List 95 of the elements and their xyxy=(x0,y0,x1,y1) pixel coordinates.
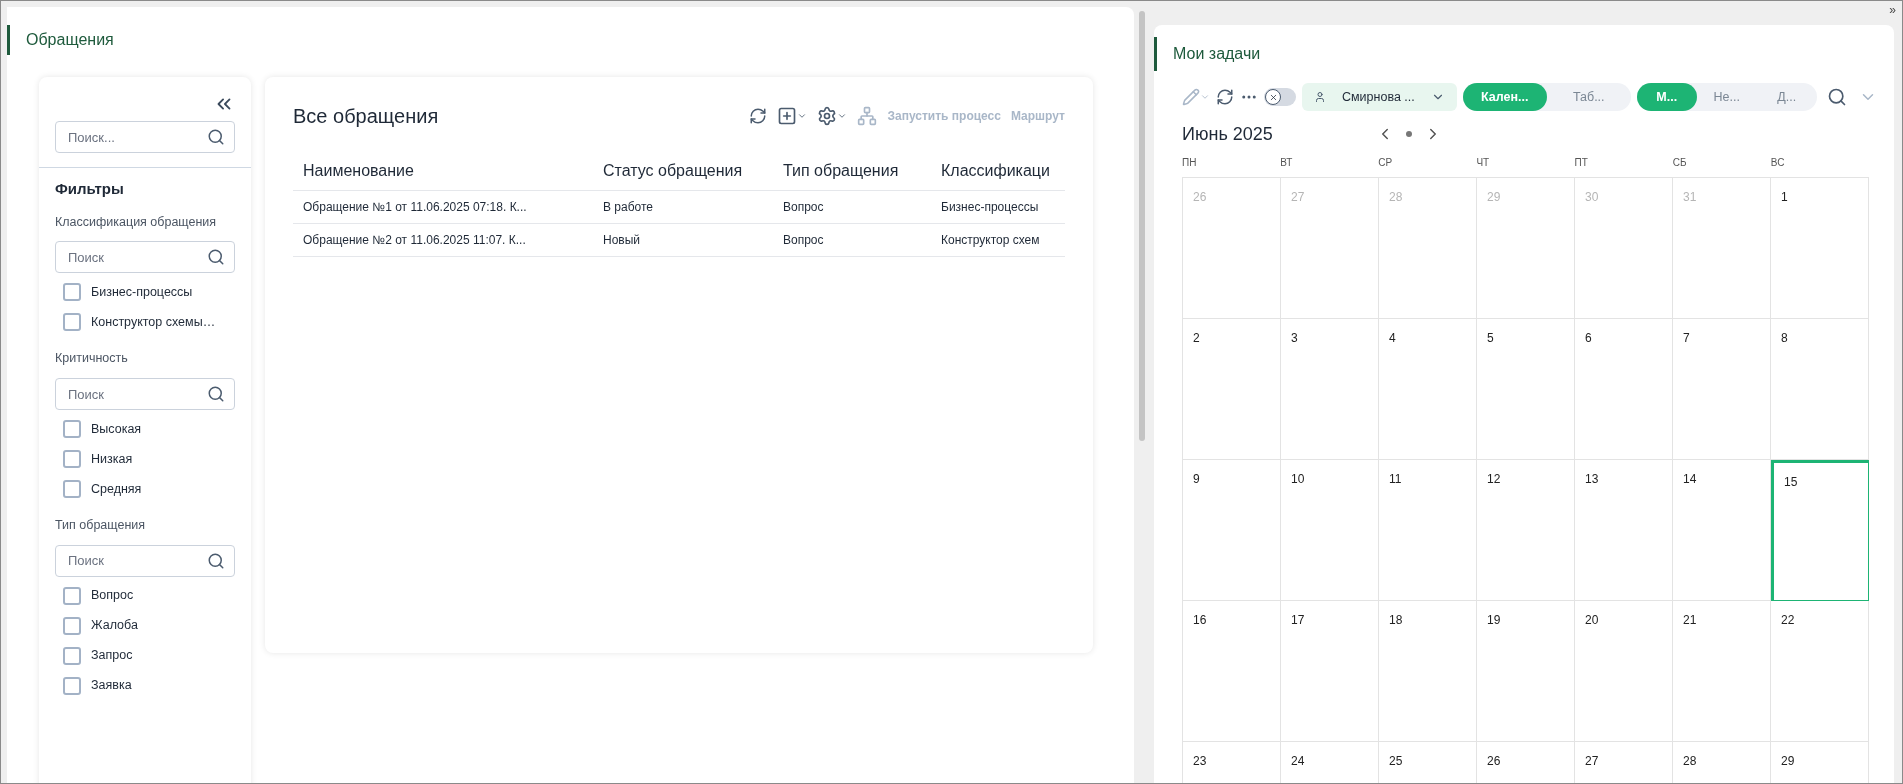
day-cell[interactable]: 20 xyxy=(1575,601,1673,742)
filter-option: Средняя xyxy=(91,479,142,499)
day-cell[interactable]: 22 xyxy=(1771,601,1869,742)
checkbox[interactable] xyxy=(63,450,81,468)
day-cell[interactable]: 17 xyxy=(1281,601,1379,742)
day-cell[interactable]: 12 xyxy=(1477,460,1575,601)
column-header: Классификаци xyxy=(940,160,1051,181)
checkbox[interactable] xyxy=(63,313,81,332)
search-icon xyxy=(207,248,225,267)
panel-title: Мои задачи xyxy=(1173,44,1261,64)
filter-group-title: Критичность xyxy=(55,350,129,368)
day-cell[interactable]: 4 xyxy=(1379,319,1477,460)
table-cell-text: Бизнес-процессы xyxy=(940,199,1040,216)
day-cell[interactable]: 13 xyxy=(1575,460,1673,601)
checkbox[interactable] xyxy=(63,420,81,438)
checkbox[interactable] xyxy=(63,283,81,302)
day-cell[interactable]: 29 xyxy=(1771,742,1869,783)
day-cell[interactable]: 18 xyxy=(1379,601,1477,742)
day-cell[interactable]: 14 xyxy=(1673,460,1771,601)
day-cell[interactable]: 15 xyxy=(1771,460,1869,601)
weekday-label: ПН xyxy=(1182,156,1198,170)
pencil-icon[interactable] xyxy=(1182,88,1210,106)
day-cell[interactable]: 11 xyxy=(1379,460,1477,601)
refresh-icon[interactable] xyxy=(749,107,768,125)
column-header: Статус обращения xyxy=(602,160,744,181)
checkbox[interactable] xyxy=(63,676,81,695)
day-cell[interactable]: 27 xyxy=(1575,742,1673,783)
day-cell[interactable]: 28 xyxy=(1673,742,1771,783)
user-select[interactable]: Смирнова ... xyxy=(1302,83,1457,111)
search-field[interactable]: Поиск xyxy=(55,241,235,274)
weekday-label: ВТ xyxy=(1280,156,1294,170)
column-header: Тип обращения xyxy=(782,160,900,181)
table-cell-text: Вопрос xyxy=(782,199,825,216)
day-cell[interactable]: 3 xyxy=(1281,319,1379,460)
filter-option: Низкая xyxy=(91,449,133,469)
panel-title: Обращения xyxy=(26,30,114,50)
filters-heading: Фильтры xyxy=(55,179,125,199)
search-icon xyxy=(207,551,225,570)
close-icon xyxy=(1268,92,1278,102)
search-field[interactable]: Поиск... xyxy=(55,121,235,153)
expand-glyph[interactable]: » xyxy=(1889,1,1896,25)
table-cell-text: Новый xyxy=(602,232,642,249)
day-cell[interactable]: 2 xyxy=(1183,319,1281,460)
column-header: Наименование xyxy=(302,160,415,181)
filter-group-title: Классификация обращения xyxy=(55,213,218,231)
search-icon xyxy=(207,128,225,146)
day-cell[interactable]: 21 xyxy=(1673,601,1771,742)
day-cell[interactable]: 8 xyxy=(1771,319,1869,460)
checkbox[interactable] xyxy=(63,586,81,605)
checkbox[interactable] xyxy=(63,616,81,635)
search-icon xyxy=(207,385,225,403)
filter-option: Жалоба xyxy=(91,616,138,636)
table-title: Все обращения xyxy=(293,104,440,129)
weekday-label: ВС xyxy=(1770,156,1786,170)
day-cell[interactable]: 1 xyxy=(1771,178,1869,319)
day-cell[interactable]: 26 xyxy=(1477,742,1575,783)
search-field[interactable]: Поиск xyxy=(55,544,235,577)
add-icon[interactable] xyxy=(777,106,808,126)
table-cell-text: Обращение №2 от 11.06.2025 11:07. К... xyxy=(302,232,527,249)
day-cell[interactable]: 23 xyxy=(1183,742,1281,783)
day-cell[interactable]: 6 xyxy=(1575,319,1673,460)
diagram-icon[interactable] xyxy=(857,106,878,126)
scrollbar-thumb[interactable] xyxy=(1139,11,1145,441)
filter-option: Запрос xyxy=(91,646,133,666)
toggle-switch[interactable] xyxy=(1264,88,1296,106)
filter-option: Высокая xyxy=(91,419,142,439)
filter-option: Вопрос xyxy=(91,586,134,606)
day-cell[interactable]: 25 xyxy=(1379,742,1477,783)
weekday-label: ЧТ xyxy=(1476,156,1491,170)
day-cell[interactable]: 19 xyxy=(1477,601,1575,742)
weekday-label: СР xyxy=(1378,156,1394,170)
table-cell-text: Обращение №1 от 11.06.2025 07:18. К... xyxy=(302,199,528,216)
day-cell[interactable]: 16 xyxy=(1183,601,1281,742)
checkbox[interactable] xyxy=(63,646,81,665)
day-cell[interactable]: 5 xyxy=(1477,319,1575,460)
filter-option: Заявка xyxy=(91,676,132,696)
user-icon xyxy=(1314,91,1326,103)
checkbox[interactable] xyxy=(63,480,81,498)
refresh-icon[interactable] xyxy=(1216,88,1234,106)
day-cell[interactable]: 24 xyxy=(1281,742,1379,783)
table-cell-text: Конструктор схем xyxy=(940,232,1041,249)
filter-option: Бизнес-процессы xyxy=(91,282,193,302)
day-cell[interactable]: 9 xyxy=(1183,460,1281,601)
month-title: Июнь 2025 xyxy=(1182,122,1274,146)
settings-icon[interactable] xyxy=(817,106,848,126)
weekday-label: СБ xyxy=(1672,156,1688,170)
table-cell-text: Вопрос xyxy=(782,232,825,249)
weekday-label: ПТ xyxy=(1574,156,1589,170)
search-field[interactable]: Поиск xyxy=(55,378,235,410)
day-cell[interactable]: 10 xyxy=(1281,460,1379,601)
table-cell-text: В работе xyxy=(602,199,654,216)
search-icon[interactable] xyxy=(1826,87,1847,107)
filter-group-title: Тип обращения xyxy=(55,517,147,534)
filter-option: Конструктор схемы… xyxy=(91,312,216,332)
day-cell[interactable]: 7 xyxy=(1673,319,1771,460)
